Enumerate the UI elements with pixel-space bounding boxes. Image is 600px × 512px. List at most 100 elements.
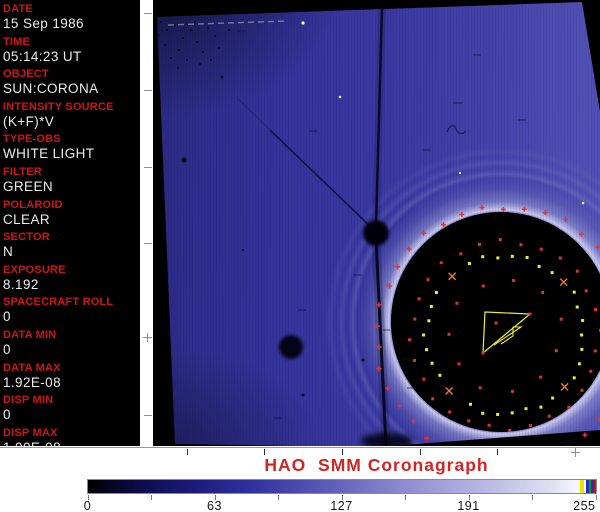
- fiducial-dot: [459, 252, 462, 255]
- colorbar-label: 191: [449, 499, 489, 512]
- fiducial-dot: [529, 424, 532, 427]
- fiducial-dot: [425, 348, 428, 351]
- squiggle-artifact: [447, 125, 466, 133]
- metadata-label: OBJECT: [3, 68, 140, 80]
- fiducial-dot: [548, 415, 551, 418]
- fiducial-dot: [594, 308, 597, 311]
- metadata-label: DISP MAX: [3, 427, 140, 439]
- metadata-entry: POLAROID CLEAR: [0, 199, 140, 232]
- metadata-label: POLAROID: [3, 199, 140, 211]
- fiducial-dot: [551, 271, 554, 274]
- fiducial-dot: [551, 397, 554, 400]
- polygon-vertex-dot: [482, 352, 485, 355]
- fiducial-dot: [567, 406, 570, 409]
- fiducial-dot: [435, 291, 438, 294]
- colorbar-label: 0: [68, 499, 108, 512]
- fiducial-dot: [538, 265, 541, 268]
- fiducial-dot: [560, 318, 563, 321]
- fiducial-dot: [448, 410, 451, 413]
- fiducial-dot: [422, 378, 425, 381]
- fiducial-plus-dot: [597, 417, 600, 422]
- fiducial-dot: [541, 291, 544, 294]
- metadata-label: SPACECRAFT ROLL: [3, 296, 140, 308]
- fiducial-dot: [580, 348, 583, 351]
- metadata-entry: FILTER GREEN: [0, 166, 140, 199]
- colorbar-tick: [532, 495, 533, 500]
- dust-spot: [362, 359, 365, 362]
- fiducial-dot: [573, 376, 576, 379]
- fiducial-dot: [539, 406, 542, 409]
- fiducial-dot: [413, 318, 416, 321]
- fiducial-dot: [519, 243, 522, 246]
- left-axis-plus-mark: [143, 333, 152, 342]
- metadata-value: 0: [3, 406, 140, 423]
- fiducial-dot: [438, 374, 441, 377]
- metadata-value: WHITE LIGHT: [3, 145, 140, 162]
- fiducial-dot: [511, 411, 514, 414]
- bright-speck: [582, 202, 585, 205]
- metadata-label: INTENSITY SOURCE: [3, 101, 140, 113]
- coronagraph-viewer-window: DATE 15 Sep 1986 TIME 05:14:23 UT OBJECT…: [0, 0, 600, 512]
- fiducial-dot: [418, 297, 421, 300]
- fiducial-dot: [427, 319, 430, 322]
- fiducial-dot: [555, 349, 558, 352]
- fiducial-dot: [467, 419, 470, 422]
- noise-speck: [202, 51, 204, 53]
- fiducial-dot: [481, 255, 484, 258]
- left-axis-tick: [144, 90, 152, 91]
- fiducial-dot: [581, 319, 584, 322]
- metadata-value: GREEN: [3, 178, 140, 195]
- metadata-entry: DISP MAX 1.00E-08: [0, 427, 140, 446]
- colorbar-label: 255: [560, 499, 596, 512]
- fiducial-plus-dot: [387, 284, 392, 289]
- metadata-label: DATE: [3, 3, 140, 15]
- metadata-value: (K+F)*V: [3, 113, 140, 130]
- coronagraph-image-panel: [153, 0, 600, 446]
- fiducial-dot: [457, 362, 460, 365]
- metadata-label: FILTER: [3, 166, 140, 178]
- occulter-pivot-blob: [363, 220, 389, 246]
- fiducial-dot: [576, 306, 579, 309]
- fiducial-plus-dot: [596, 245, 600, 250]
- fiducial-plus-dot: [441, 222, 446, 227]
- support-wire-shadow: [270, 130, 374, 230]
- bottom-dark-smudge: [361, 433, 413, 446]
- fiducial-plus-dot: [459, 212, 464, 217]
- metadata-entry: OBJECT SUN:CORONA: [0, 68, 140, 101]
- fiducial-dot: [440, 261, 443, 264]
- overlay-yellow: [580, 480, 584, 493]
- fiducial-plus-dot: [397, 403, 402, 408]
- metadata-entry: EXPOSURE 8.192: [0, 264, 140, 297]
- dust-spot: [182, 158, 187, 163]
- fiducial-plus-dot: [421, 231, 426, 236]
- colorbar-tick: [405, 495, 406, 500]
- fiducial-dot: [508, 429, 511, 432]
- metadata-label: SECTOR: [3, 231, 140, 243]
- noise-speck: [207, 27, 209, 29]
- fiducial-dot: [576, 270, 579, 273]
- noise-speck: [218, 47, 220, 49]
- noise-speck: [228, 29, 230, 31]
- noise-speck: [164, 44, 166, 46]
- edge-streak-artifact: [168, 21, 288, 25]
- fiducial-dot: [478, 243, 481, 246]
- noise-speck: [196, 41, 198, 43]
- metadata-label: TYPE-OBS: [3, 133, 140, 145]
- polygon-vertex-dot: [495, 322, 498, 325]
- metadata-label: TIME: [3, 36, 140, 48]
- fiducial-dot: [511, 255, 514, 258]
- fiducial-plus-dot: [424, 436, 429, 441]
- colorbar-tick: [596, 495, 597, 500]
- fiducial-plus-dot: [522, 207, 527, 212]
- fiducial-plus-dot: [579, 232, 584, 237]
- colorbar-label: 127: [322, 499, 362, 512]
- noise-speck: [182, 37, 184, 39]
- left-axis-tick: [144, 13, 152, 14]
- fiducial-plus-dot: [582, 432, 587, 437]
- dust-spot: [279, 335, 303, 359]
- fiducial-dot: [488, 424, 491, 427]
- bright-speck: [339, 96, 342, 99]
- noise-speck: [210, 59, 212, 61]
- fiducial-dot: [585, 289, 588, 292]
- fiducial-dot: [578, 362, 581, 365]
